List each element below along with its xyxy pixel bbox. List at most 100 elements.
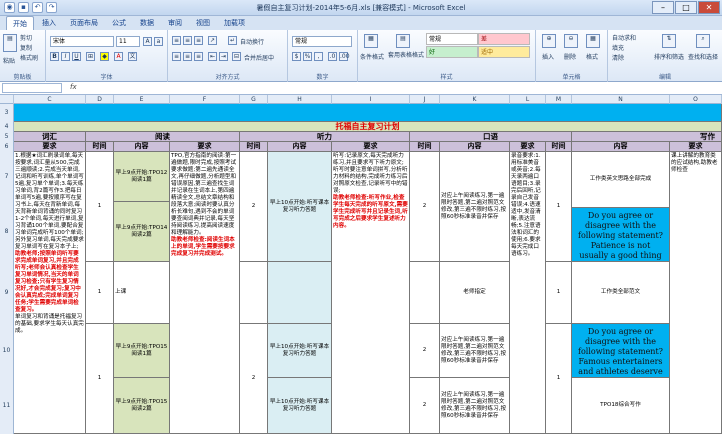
phonetic-icon[interactable]: 文 [128, 52, 137, 61]
row-number[interactable]: 10 [0, 324, 14, 378]
column-header[interactable]: I [332, 95, 410, 104]
listen-req-cell[interactable]: 听写:记录原文,每天完成听力练习,并且要求写下听力原文;听写时要注意单词拼写,分… [332, 152, 410, 434]
shrink-font-icon[interactable]: a [154, 37, 163, 46]
read-time-cell[interactable]: 1 [86, 324, 114, 434]
decrease-indent-icon[interactable]: ⇤ [208, 52, 217, 61]
align-top-icon[interactable]: ≡ [172, 36, 181, 45]
number-format-select[interactable]: 常规 [292, 36, 352, 47]
listen-time-cell[interactable] [240, 262, 268, 324]
row-number[interactable]: 11 [0, 378, 14, 434]
write-content-cell[interactable]: 工作类英文思路全部完成 [572, 152, 670, 208]
style-bad[interactable]: 差 [478, 33, 530, 45]
header-time[interactable]: 时间 [240, 142, 268, 152]
read-content-cell[interactable]: 早上9点开始:TPO14阅读2篇 [114, 202, 170, 262]
tab-data[interactable]: 数据 [134, 16, 160, 30]
speak-req-cell[interactable]: 录音要求:1.用标准美音或英音;2.每天录两遍口语题目;3.录完后回听,记录自己… [510, 152, 546, 434]
header-req[interactable]: 要求 [510, 142, 546, 152]
write-time-cell[interactable]: 1 [546, 324, 572, 434]
header-time[interactable]: 时间 [86, 142, 114, 152]
section-reading[interactable]: 阅读 [86, 132, 240, 142]
column-header[interactable]: D [86, 95, 114, 104]
column-header[interactable]: G [240, 95, 268, 104]
tab-view[interactable]: 视图 [190, 16, 216, 30]
increase-indent-icon[interactable]: ⇥ [219, 52, 228, 61]
cyan-band[interactable] [14, 104, 722, 122]
decrease-decimal-icon[interactable]: .00 [339, 52, 350, 61]
column-header[interactable]: F [170, 95, 240, 104]
header-req[interactable]: 要求 [14, 142, 86, 152]
speak-content-cell[interactable]: 对应上午阅读练习,第一遍限时答题,第二遍对照范文修改,第三遍不限时练习,按照60… [440, 152, 510, 262]
tab-review[interactable]: 审阅 [162, 16, 188, 30]
conditional-format-button[interactable]: 条件格式 [360, 52, 384, 61]
header-content[interactable]: 内容 [268, 142, 332, 152]
style-normal[interactable]: 常规 [426, 33, 478, 45]
header-req[interactable]: 要求 [332, 142, 410, 152]
wrap-text-icon[interactable]: ↵ [228, 36, 237, 45]
column-header[interactable]: K [440, 95, 510, 104]
merge-center-button[interactable]: 合并后居中 [244, 53, 274, 62]
header-content[interactable]: 内容 [114, 142, 170, 152]
close-button[interactable]: ✕ [698, 1, 720, 14]
orientation-icon[interactable]: ↗ [208, 36, 217, 45]
row-number[interactable]: 4 [0, 122, 14, 132]
minimize-button[interactable]: – [652, 1, 674, 14]
sort-filter-button[interactable]: 排序和筛选 [654, 52, 684, 61]
style-good[interactable]: 好 [426, 46, 478, 58]
read-content-cell[interactable]: 早上9点开始:TPO15阅读1篇 [114, 324, 170, 378]
wrap-text-button[interactable]: 自动换行 [240, 37, 264, 46]
column-header[interactable]: L [510, 95, 546, 104]
tab-page-layout[interactable]: 页面布局 [64, 16, 104, 30]
comma-icon[interactable]: , [314, 52, 323, 61]
read-req-cell[interactable]: TPO,官方指南的阅读:第一遍做题,限时完成,按照考试要求做题;第二遍先通读全文… [170, 152, 240, 434]
read-time-cell[interactable]: 1 [86, 262, 114, 324]
listen-time-cell[interactable]: 2 [240, 324, 268, 434]
listen-content-cell[interactable]: 早上10点开始:听写课本复习听力答题 [268, 324, 332, 378]
font-size-select[interactable]: 11 [116, 36, 140, 47]
write-req-cell[interactable]: 课上讲解的教育类的应试结构,助教老师检查 [670, 152, 722, 434]
write-time-cell[interactable]: 1 [546, 262, 572, 324]
column-header[interactable]: O [670, 95, 722, 104]
read-content-cell[interactable]: 上课 [114, 262, 170, 324]
speak-time-cell[interactable]: 2 [410, 152, 440, 262]
underline-icon[interactable]: U [72, 52, 81, 61]
sheet-title-cell[interactable]: 托福自主复习计划 [14, 122, 722, 132]
format-table-button[interactable]: 套用表格格式 [388, 52, 424, 59]
italic-icon[interactable]: I [61, 52, 70, 61]
delete-cells-button[interactable]: 删除 [564, 52, 576, 61]
speak-time-cell[interactable]: 2 [410, 378, 440, 434]
percent-icon[interactable]: % [303, 52, 312, 61]
write-question-2[interactable]: Do you agree or disagree with the follow… [572, 324, 670, 378]
row-number[interactable]: 7 [0, 152, 14, 202]
listen-time-cell[interactable]: 2 [240, 152, 268, 262]
tab-addins[interactable]: 加载项 [218, 16, 251, 30]
header-req[interactable]: 要求 [670, 142, 722, 152]
speak-content-cell[interactable]: 老师指定 [440, 262, 510, 324]
sort-filter-icon[interactable]: ⇅ [662, 34, 676, 48]
find-select-icon[interactable]: ⌕ [696, 34, 710, 48]
speak-content-cell[interactable]: 对应上午阅读练习,第一遍限时答题,第二遍对照范文修改,第三遍不限时练习,按照60… [440, 324, 510, 378]
border-icon[interactable]: ⊞ [86, 52, 95, 61]
fill-button[interactable]: 填充 [612, 43, 624, 52]
row-number[interactable]: 3 [0, 104, 14, 122]
copy-button[interactable]: 复制 [20, 43, 32, 52]
find-select-button[interactable]: 查找和选择 [688, 52, 718, 61]
column-header[interactable]: M [546, 95, 572, 104]
clear-button[interactable]: 清除 [612, 53, 624, 62]
speak-time-cell[interactable]: 2 [410, 324, 440, 378]
row-number[interactable]: 6 [0, 142, 14, 152]
fill-color-icon[interactable]: ◆ [100, 52, 109, 61]
align-middle-icon[interactable]: ≡ [183, 36, 192, 45]
listen-content-cell[interactable] [268, 262, 332, 324]
write-time-cell[interactable]: 1 [546, 152, 572, 262]
tab-home[interactable]: 开始 [6, 16, 34, 30]
paste-button[interactable]: 粘贴 [3, 56, 15, 65]
row-number[interactable]: 8 [0, 202, 14, 262]
column-header[interactable]: H [268, 95, 332, 104]
read-content-cell[interactable]: 早上9点开始:TPO15阅读2篇 [114, 378, 170, 434]
column-header[interactable]: C [14, 95, 86, 104]
header-content[interactable]: 内容 [572, 142, 670, 152]
insert-cells-icon[interactable]: ⊕ [542, 34, 556, 48]
format-cells-button[interactable]: 格式 [586, 52, 598, 61]
write-question-1[interactable]: Do you agree or disagree with the follow… [572, 208, 670, 262]
select-all-corner[interactable] [0, 95, 14, 104]
